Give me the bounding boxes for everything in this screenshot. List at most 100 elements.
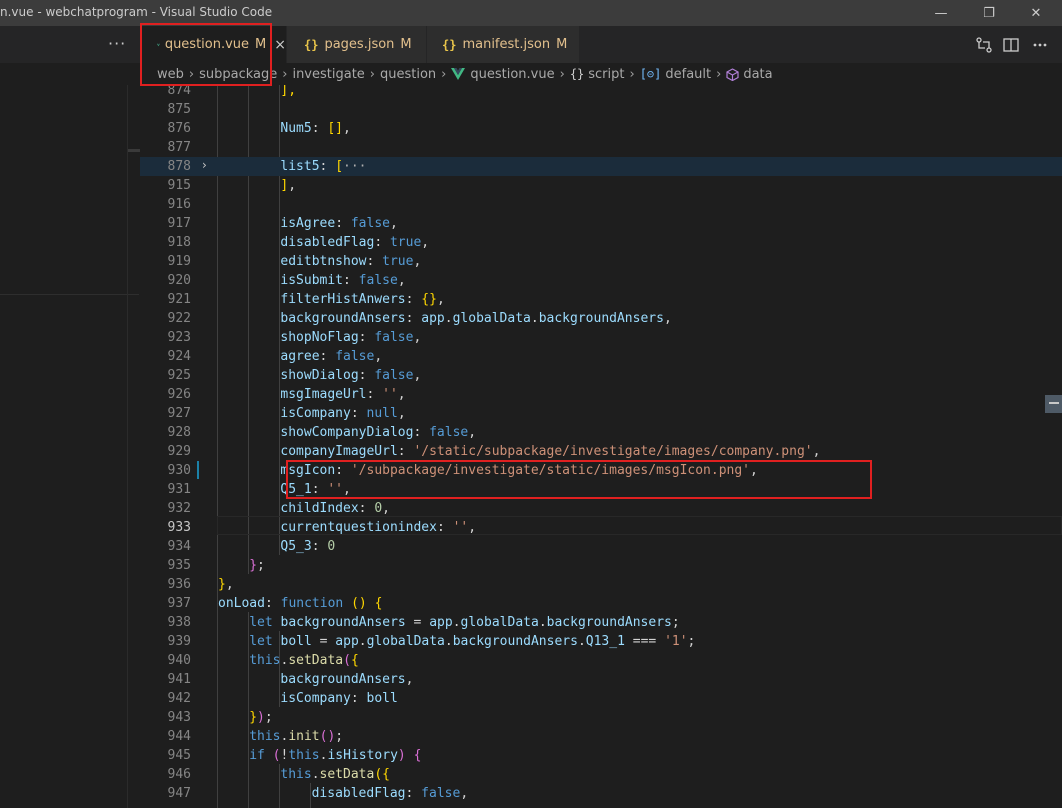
fold-chevron-icon[interactable]: › [202, 158, 207, 172]
tab-manifest-json[interactable]: {} manifest.json M [427, 26, 579, 63]
code-text: backgroundAnsers, [280, 670, 413, 689]
code-line[interactable]: 875 [140, 100, 1062, 119]
code-line[interactable]: 924 agree: false, [140, 347, 1062, 366]
code-line[interactable]: 915], [140, 176, 1062, 195]
code-line[interactable]: 935}; [140, 556, 1062, 575]
code-line[interactable]: 916 [140, 195, 1062, 214]
code-token: Num5 [280, 121, 312, 136]
breadcrumb-item-script[interactable]: {} script [570, 67, 625, 82]
code-token: disabledFlag [311, 786, 406, 801]
line-number: 930 [167, 463, 191, 478]
code-line[interactable]: 919 editbtnshow: true, [140, 252, 1062, 271]
code-text: disabledFlag: true, [280, 233, 429, 252]
more-icon[interactable] [1031, 36, 1049, 54]
code-line[interactable]: 917 isAgree: false, [140, 214, 1062, 233]
code-line[interactable]: 946 this.setData({ [140, 765, 1062, 784]
code-line[interactable]: 874], [140, 85, 1062, 100]
code-line[interactable]: 941 backgroundAnsers, [140, 670, 1062, 689]
current-line-highlight [217, 516, 1062, 535]
breadcrumb-item-data[interactable]: data [726, 67, 773, 82]
code-line[interactable]: 945 if (!this.isHistory) { [140, 746, 1062, 765]
code-token: , [225, 577, 234, 592]
code-line[interactable]: 923 shopNoFlag: false, [140, 328, 1062, 347]
code-token: : [413, 425, 430, 440]
code-token: false [429, 425, 469, 440]
chevron-right-icon: › [369, 66, 375, 82]
code-line[interactable]: 927 isCompany: null, [140, 404, 1062, 423]
code-token: , [460, 786, 469, 801]
code-token: false [374, 368, 414, 383]
close-tab-icon[interactable]: × [274, 37, 286, 53]
code-token: ( [343, 653, 351, 668]
code-line[interactable]: 934 Q5_3: 0 [140, 537, 1062, 556]
code-token: function [280, 596, 344, 611]
code-line[interactable]: 944 this.init(); [140, 727, 1062, 746]
code-line[interactable]: 947 disabledFlag: false, [140, 784, 1062, 803]
code-line[interactable]: 921 filterHistAnwers: {}, [140, 290, 1062, 309]
code-line[interactable]: 876 Num5: [], [140, 119, 1062, 138]
code-token: backgroundAnsers [280, 311, 406, 326]
code-line[interactable]: 928 showCompanyDialog: false, [140, 423, 1062, 442]
code-editor[interactable]: 874], 875 876 Num5: [], 877 878 list5: [··· 915… [140, 85, 1062, 808]
line-number: 945 [167, 748, 191, 763]
code-text: Q5_3: 0 [280, 537, 335, 556]
code-token: backgroundAnsers [546, 615, 672, 630]
code-text: filterHistAnwers: {}, [280, 290, 444, 309]
code-line[interactable]: 939 let boll = app.globalData.backgroundA… [140, 632, 1062, 651]
more-actions-button[interactable]: ··· [108, 34, 126, 53]
code-line[interactable]: 925 showDialog: false, [140, 366, 1062, 385]
scrollbar-thumb[interactable] [1045, 395, 1062, 413]
code-line[interactable]: 918 disabledFlag: true, [140, 233, 1062, 252]
breadcrumb-item[interactable]: investigate [292, 67, 364, 82]
code-text: msgImageUrl: '', [280, 385, 405, 404]
close-window-button[interactable]: ✕ [1013, 0, 1059, 26]
breadcrumb-item-file[interactable]: question.vue [451, 67, 555, 82]
chevron-right-icon: › [629, 66, 635, 82]
split-editor-icon[interactable] [1002, 36, 1020, 54]
code-token: isHistory [327, 748, 398, 763]
code-line[interactable]: 942 isCompany: boll [140, 689, 1062, 708]
code-token: , [405, 672, 414, 687]
code-text: isCompany: null, [280, 404, 405, 423]
code-line[interactable]: 878 list5: [··· [140, 157, 1062, 176]
restore-button[interactable]: ❐ [966, 0, 1012, 26]
code-line[interactable]: 940 this.setData({ [140, 651, 1062, 670]
panel-marker [128, 149, 140, 152]
code-line[interactable]: 922 backgroundAnsers: app.globalData.back… [140, 309, 1062, 328]
line-number: 926 [167, 387, 191, 402]
code-text: backgroundAnsers: app.globalData.backgro… [280, 309, 671, 328]
code-line[interactable]: 938 let backgroundAnsers = app.globalData… [140, 613, 1062, 632]
code-token: backgroundAnsers [280, 615, 406, 630]
line-number: 937 [167, 596, 191, 611]
code-line[interactable]: 926 msgImageUrl: '', [140, 385, 1062, 404]
code-line[interactable]: 937 onLoad: function () { [140, 594, 1062, 613]
breadcrumb-item[interactable]: question [380, 67, 436, 82]
code-line[interactable]: 943}); [140, 708, 1062, 727]
code-text: shopNoFlag: false, [280, 328, 421, 347]
code-token: true [389, 235, 422, 250]
code-token: , [812, 444, 821, 459]
code-token: , [413, 368, 422, 383]
line-number: 935 [167, 558, 191, 573]
code-token: : [311, 121, 328, 136]
code-text: list5: [··· [280, 157, 366, 176]
source-control-compare-icon[interactable] [975, 36, 993, 54]
code-text: if (!this.isHistory) { [249, 746, 421, 765]
line-number: 874 [167, 85, 191, 98]
tab-pages-json[interactable]: {} pages.json M [287, 26, 426, 63]
breadcrumb-item-default[interactable]: [⊝] default [640, 67, 711, 82]
line-number: 942 [167, 691, 191, 706]
code-line[interactable]: 936}, [140, 575, 1062, 594]
code-token: showDialog [280, 368, 359, 383]
line-number: 928 [167, 425, 191, 440]
minimize-button[interactable]: — [918, 0, 964, 26]
code-text: ], [280, 176, 296, 195]
code-line[interactable]: 929 companyImageUrl: '/static/subpackage/… [140, 442, 1062, 461]
code-token: : [366, 387, 383, 402]
code-token: : [358, 501, 375, 516]
code-line[interactable]: 877 [140, 138, 1062, 157]
line-number: 929 [167, 444, 191, 459]
chevron-right-icon: › [282, 66, 288, 82]
code-line[interactable]: 920 isSubmit: false, [140, 271, 1062, 290]
